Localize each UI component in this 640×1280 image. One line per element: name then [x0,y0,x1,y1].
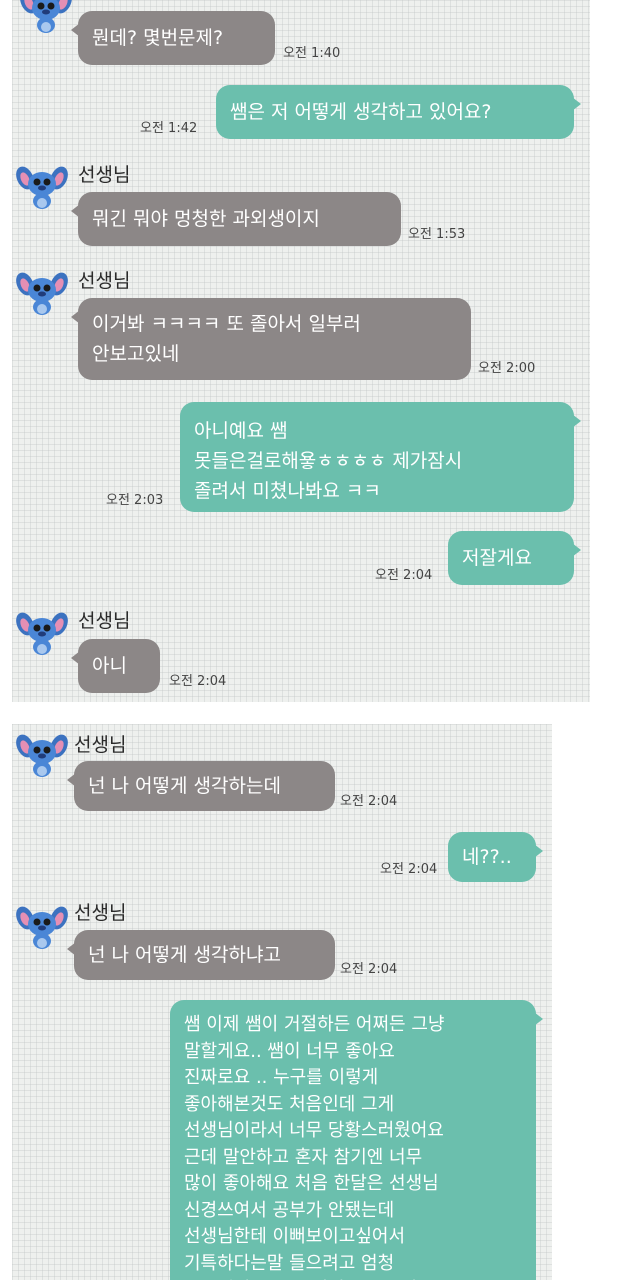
sent-message-bubble[interactable]: 아니예요 쌤 못들은걸로해욯ㅎㅎㅎㅎ 제가잠시 졸려서 미쳤나봐요 ㅋㅋ [180,402,581,512]
sender-name: 선생님 [74,734,127,756]
chat-panel-bottom[interactable]: 선생님 넌 나 어떻게 생각하는데 오전 2:04 네??.. 오전 2:04 … [12,724,552,1280]
sender-name: 선생님 [74,902,127,924]
stitch-avatar-icon[interactable] [16,904,68,950]
received-message-bubble[interactable]: 넌 나 어떻게 생각하는데 [67,761,335,811]
chat-panel-top[interactable]: 뭔데? 몇번문제? 오전 1:40 쌤은 저 어떻게 생각하고 있어요? 오전 … [12,0,590,702]
sent-message-bubble[interactable]: 네??.. [448,832,543,882]
sender-name: 선생님 [78,610,131,632]
message-timestamp: 오전 2:03 [106,493,164,508]
message-timestamp: 오전 2:04 [340,962,398,977]
received-message-bubble[interactable]: 뭔데? 몇번문제? [71,11,275,65]
message-timestamp: 오전 2:04 [380,862,438,877]
message-timestamp: 오전 2:04 [169,674,227,689]
stitch-avatar-icon[interactable] [16,270,68,316]
message-timestamp: 오전 1:40 [283,46,341,61]
sent-message-bubble[interactable]: 쌤은 저 어떻게 생각하고 있어요? [216,85,581,139]
message-timestamp: 오전 1:53 [408,227,466,242]
received-message-bubble[interactable]: 넌 나 어떻게 생각하냐고 [67,930,335,980]
message-timestamp: 오전 1:42 [140,121,198,136]
message-timestamp: 오전 2:04 [375,568,433,583]
received-message-bubble[interactable]: 이거봐 ㅋㅋㅋㅋ 또 졸아서 일부러 안보고있네 [71,298,471,380]
message-timestamp: 오전 2:00 [478,361,536,376]
stitch-avatar-icon[interactable] [16,164,68,210]
received-message-bubble[interactable]: 뭐긴 뭐야 멍청한 과외생이지 [71,192,401,246]
message-timestamp: 오전 2:04 [340,794,398,809]
sender-name: 선생님 [78,164,131,186]
stitch-avatar-icon[interactable] [16,610,68,656]
stitch-avatar-icon[interactable] [16,732,68,778]
stitch-avatar-icon[interactable] [20,0,72,34]
received-message-bubble[interactable]: 아니 [71,639,160,693]
sent-message-bubble[interactable]: 저잘게요 [448,531,581,585]
sent-message-bubble[interactable]: 쌤 이제 쌤이 거절하든 어쩌든 그냥 말할게요.. 쌤이 너무 좋아요 진짜로… [170,1000,543,1280]
sender-name: 선생님 [78,270,131,292]
